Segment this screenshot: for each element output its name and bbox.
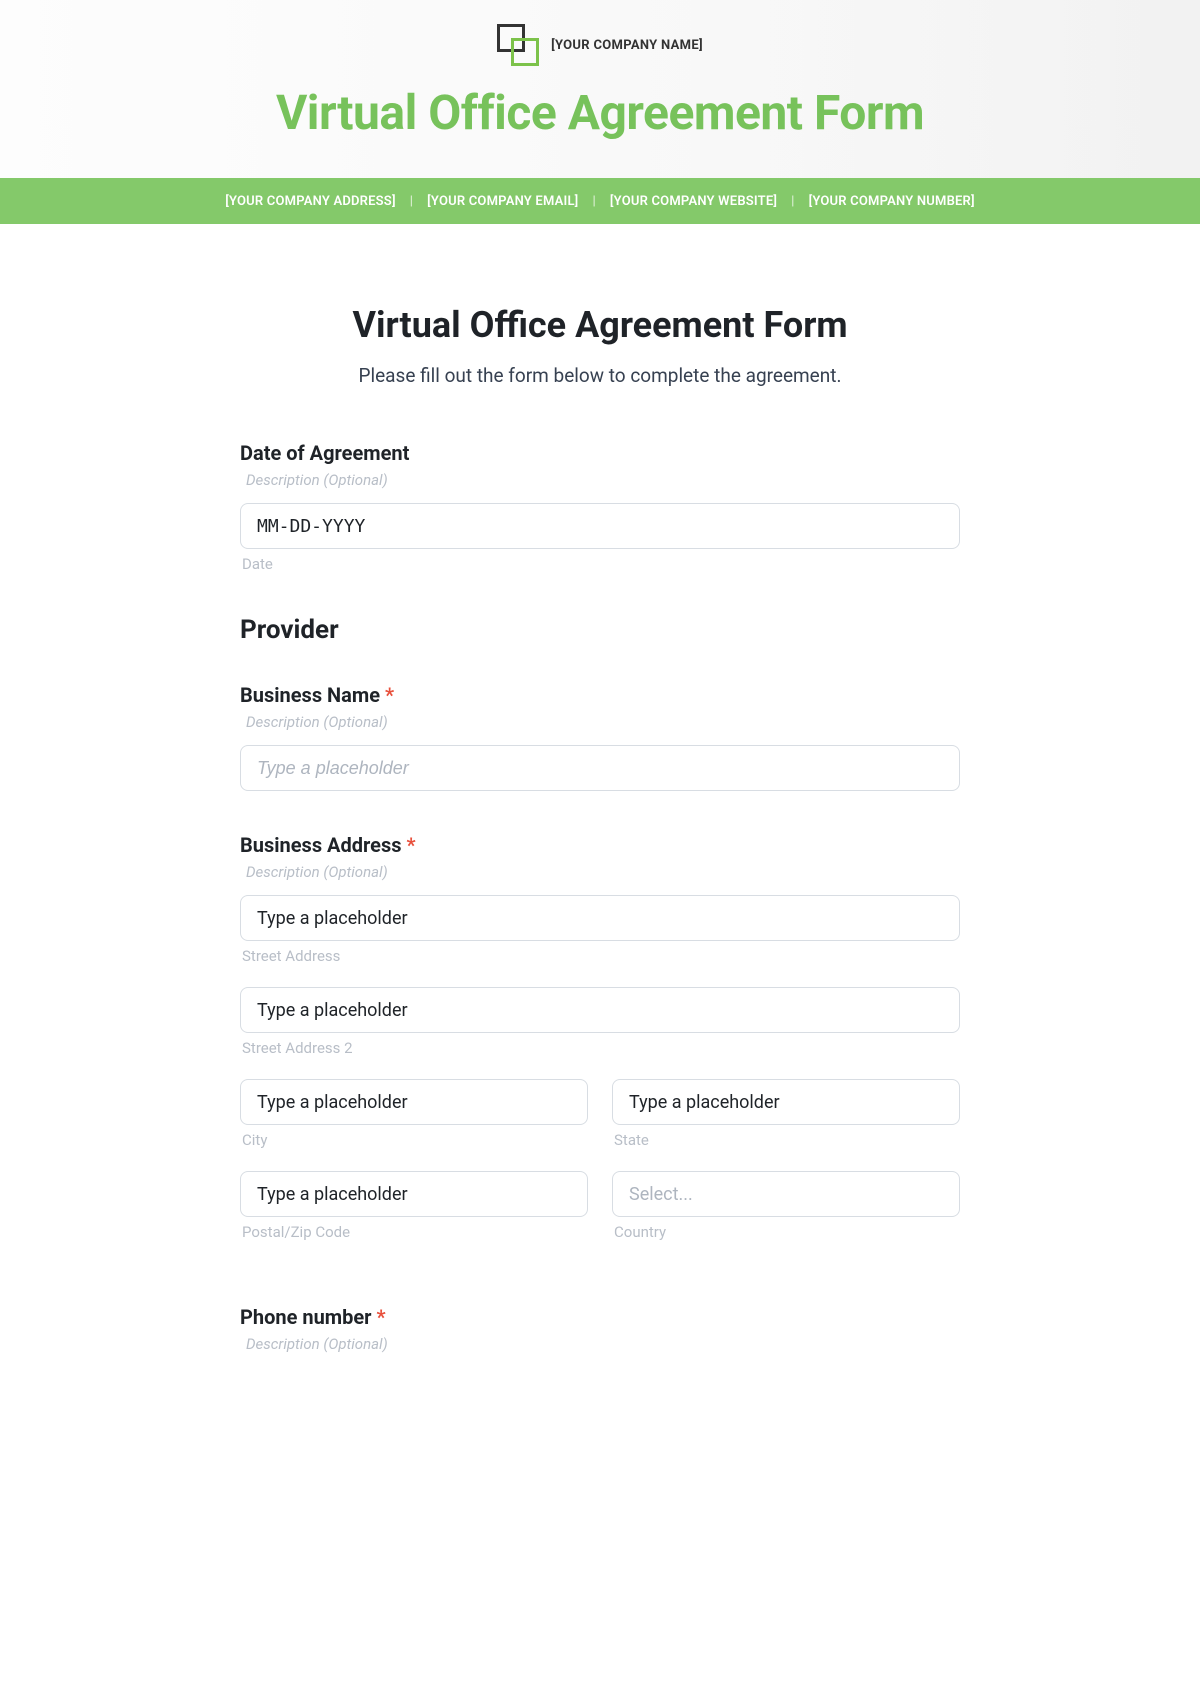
form-subtitle: Please fill out the form below to comple… xyxy=(240,364,960,387)
info-website: [YOUR COMPANY WEBSITE] xyxy=(610,194,777,209)
form-title: Virtual Office Agreement Form xyxy=(240,304,960,346)
required-mark: * xyxy=(385,683,394,707)
field-business-name: Business Name * Description (Optional) xyxy=(240,683,960,791)
city-input[interactable] xyxy=(240,1079,588,1125)
info-number: [YOUR COMPANY NUMBER] xyxy=(809,194,975,209)
date-label: Date of Agreement xyxy=(240,441,960,465)
info-bar: [YOUR COMPANY ADDRESS] | [YOUR COMPANY E… xyxy=(0,178,1200,224)
logo-row: [YOUR COMPANY NAME] xyxy=(0,0,1200,66)
separator: | xyxy=(592,194,595,209)
state-sublabel: State xyxy=(614,1131,960,1149)
logo-icon xyxy=(497,24,539,66)
state-input[interactable] xyxy=(612,1079,960,1125)
business-name-label: Business Name * xyxy=(240,683,960,707)
country-sublabel: Country xyxy=(614,1223,960,1241)
separator: | xyxy=(791,194,794,209)
field-date: Date of Agreement Description (Optional)… xyxy=(240,441,960,573)
separator: | xyxy=(410,194,413,209)
phone-desc: Description (Optional) xyxy=(246,1335,960,1353)
field-phone: Phone number * Description (Optional) xyxy=(240,1305,960,1353)
postal-sublabel: Postal/Zip Code xyxy=(242,1223,588,1241)
info-email: [YOUR COMPANY EMAIL] xyxy=(427,194,578,209)
required-mark: * xyxy=(376,1305,385,1329)
business-name-desc: Description (Optional) xyxy=(246,713,960,731)
street2-input[interactable] xyxy=(240,987,960,1033)
date-sublabel: Date xyxy=(242,555,960,573)
business-address-label: Business Address * xyxy=(240,833,960,857)
street-input[interactable] xyxy=(240,895,960,941)
company-name: [YOUR COMPANY NAME] xyxy=(551,38,703,53)
postal-input[interactable] xyxy=(240,1171,588,1217)
business-address-desc: Description (Optional) xyxy=(246,863,960,881)
header-banner: [YOUR COMPANY NAME] Virtual Office Agree… xyxy=(0,0,1200,178)
required-mark: * xyxy=(407,833,416,857)
street-sublabel: Street Address xyxy=(242,947,960,965)
street2-sublabel: Street Address 2 xyxy=(242,1039,960,1057)
info-address: [YOUR COMPANY ADDRESS] xyxy=(225,194,395,209)
date-input[interactable] xyxy=(240,503,960,549)
phone-label: Phone number * xyxy=(240,1305,960,1329)
hero-title: Virtual Office Agreement Form xyxy=(0,84,1200,141)
field-business-address: Business Address * Description (Optional… xyxy=(240,833,960,1263)
business-name-input[interactable] xyxy=(240,745,960,791)
country-select[interactable]: Select... xyxy=(612,1171,960,1217)
date-desc: Description (Optional) xyxy=(246,471,960,489)
provider-heading: Provider xyxy=(240,615,960,645)
city-sublabel: City xyxy=(242,1131,588,1149)
form-content: Virtual Office Agreement Form Please fil… xyxy=(240,224,960,1435)
